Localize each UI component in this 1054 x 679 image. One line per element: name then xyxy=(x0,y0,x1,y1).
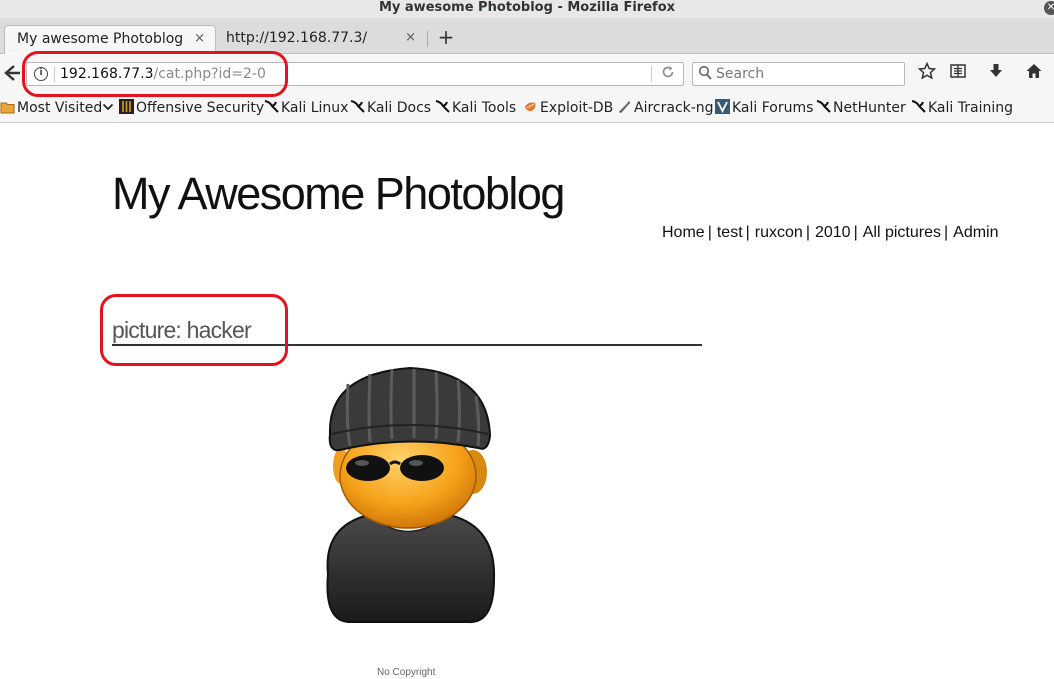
bookmark-kali-docs[interactable]: Kali Docs xyxy=(350,99,431,117)
tab-close-icon[interactable]: × xyxy=(194,26,205,52)
menu-link-all-pictures[interactable]: All pictures xyxy=(863,224,941,241)
bookmark-label: Kali Training xyxy=(928,100,1013,116)
tab-label: http://192.168.77.3/ xyxy=(226,30,368,46)
bookmark-label: Aircrack-ng xyxy=(634,100,714,116)
window-title: My awesome Photoblog - Mozilla Firefox xyxy=(378,0,676,15)
aircrack-icon xyxy=(617,99,631,113)
exploitdb-icon xyxy=(523,99,537,113)
bookmark-kali-forums[interactable]: Kali Forums xyxy=(715,99,813,117)
menu-link-home[interactable]: Home xyxy=(662,224,705,241)
tab-strip: My awesome Photoblog × http://192.168.77… xyxy=(0,18,1054,54)
bookmark-offensive-security[interactable]: Offensive Security xyxy=(119,99,264,117)
bookmark-nethunter[interactable]: NetHunter xyxy=(816,99,906,117)
search-bar[interactable]: Search xyxy=(692,62,905,86)
bookmark-most-visited[interactable]: Most Visited xyxy=(0,99,114,117)
page-title: My Awesome Photoblog xyxy=(112,168,565,219)
bookmark-star-icon[interactable] xyxy=(915,61,939,86)
kali-dragon-icon xyxy=(350,99,365,113)
menu-link-ruxcon[interactable]: ruxcon xyxy=(755,224,803,241)
bookmark-label: Kali Linux xyxy=(281,100,349,116)
window-title-bar: My awesome Photoblog - Mozilla Firefox ✕ xyxy=(0,0,1054,18)
bookmark-label: NetHunter xyxy=(833,100,906,116)
bookmark-aircrack-ng[interactable]: Aircrack-ng xyxy=(617,99,714,117)
hacker-picture xyxy=(318,364,500,628)
search-icon xyxy=(698,65,712,85)
menu-separator: | xyxy=(745,224,750,241)
menu-link-test[interactable]: test xyxy=(717,224,743,241)
bookmark-label: Kali Docs xyxy=(367,100,432,116)
menu-separator: | xyxy=(943,224,949,241)
back-arrow-icon[interactable] xyxy=(0,62,24,86)
tab-ip-address[interactable]: http://192.168.77.3/ × xyxy=(214,25,428,54)
folder-icon xyxy=(0,100,15,114)
new-tab-button[interactable]: + xyxy=(434,25,458,51)
tab-label: My awesome Photoblog xyxy=(17,31,184,47)
site-menu: Home | test | ruxcon | 2010 | All pictures | Admin xyxy=(662,223,999,243)
bookmark-label: Kali Tools xyxy=(452,100,517,116)
annotation-url-highlight xyxy=(22,51,288,97)
menu-link-admin[interactable]: Admin xyxy=(953,224,998,241)
bookmark-exploit-db[interactable]: Exploit-DB xyxy=(523,99,613,117)
home-icon[interactable] xyxy=(1022,62,1046,86)
bookmark-kali-linux[interactable]: Kali Linux xyxy=(264,99,348,117)
kali-dragon-icon xyxy=(911,99,926,113)
window-close-icon[interactable]: ✕ xyxy=(1044,1,1054,15)
footer-copyright: No Copyright xyxy=(377,667,436,678)
bookmark-label: Offensive Security xyxy=(136,100,265,116)
forums-icon xyxy=(715,99,730,114)
menu-link-2010[interactable]: 2010 xyxy=(815,224,851,241)
bookmark-kali-tools[interactable]: Kali Tools xyxy=(435,99,516,117)
menu-separator: | xyxy=(853,224,858,241)
search-input[interactable]: Search xyxy=(716,65,764,83)
menu-separator: | xyxy=(805,224,810,241)
bookmark-label: Exploit-DB xyxy=(540,100,614,116)
tab-close-icon[interactable]: × xyxy=(405,25,416,51)
offsec-icon xyxy=(119,99,134,114)
bookmark-label: Kali Forums xyxy=(732,100,814,116)
bookmark-kali-training[interactable]: Kali Training xyxy=(911,99,1013,117)
kali-dragon-icon xyxy=(435,99,450,113)
tab-photoblog[interactable]: My awesome Photoblog × xyxy=(4,25,216,54)
reading-list-icon[interactable] xyxy=(946,62,970,86)
menu-separator: | xyxy=(707,224,712,241)
chevron-down-icon xyxy=(102,100,114,116)
kali-dragon-icon xyxy=(264,99,279,113)
downloads-arrow-icon[interactable] xyxy=(984,62,1008,86)
bookmarks-toolbar: Most Visited Offensive Security Kali Lin… xyxy=(0,93,1054,123)
kali-dragon-icon xyxy=(816,99,831,113)
reload-icon[interactable] xyxy=(661,65,675,83)
bookmark-label: Most Visited xyxy=(17,100,103,116)
url-divider xyxy=(651,66,652,82)
annotation-picture-highlight xyxy=(100,294,288,366)
